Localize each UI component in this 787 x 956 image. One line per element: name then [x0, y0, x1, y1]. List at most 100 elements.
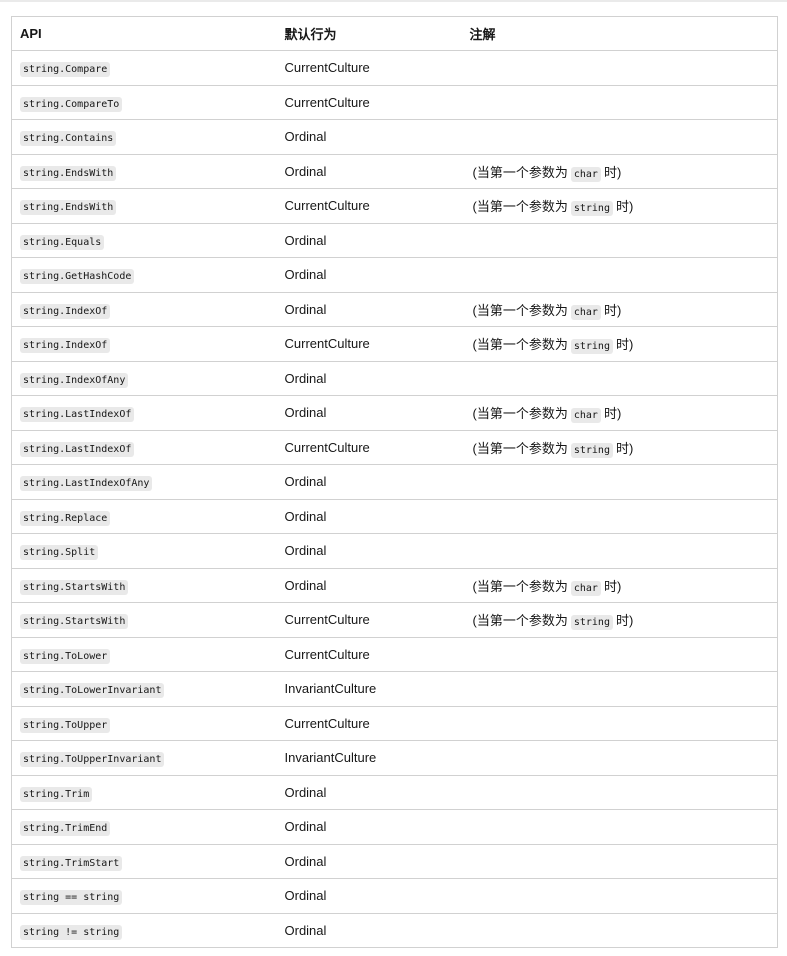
note-suffix: 时)	[615, 440, 634, 456]
api-name-code: string.Equals	[20, 234, 105, 250]
api-cell: string.Contains	[11, 119, 277, 154]
note-cell	[461, 774, 778, 810]
note-cell: (当第一个参数为 char 时)	[461, 567, 778, 603]
table-row: string.StartsWith CurrentCulture (当第一个参数为 s…	[11, 602, 778, 637]
api-cell: string.TrimStart	[11, 843, 277, 879]
api-name-code: string.EndsWith	[20, 165, 117, 181]
api-name-code: string.LastIndexOfAny	[20, 476, 153, 492]
api-behavior-table: API 默认行为 注解 string.Compare CurrentCulture…	[11, 16, 778, 948]
api-name-code: string.Replace	[20, 510, 111, 526]
note-cell	[461, 671, 778, 706]
top-divider	[0, 0, 787, 2]
api-cell: string.Compare	[11, 50, 277, 85]
behavior-cell: InvariantCulture	[276, 740, 462, 775]
api-name-code: string.IndexOf	[20, 303, 111, 319]
note-prefix: (当第一个参数为	[472, 440, 568, 456]
table-row: string.CompareTo CurrentCulture	[11, 84, 778, 120]
note-suffix: 时)	[603, 406, 622, 422]
api-name-code: string.EndsWith	[20, 200, 117, 216]
table-row: string.Contains Ordinal	[11, 119, 778, 154]
api-cell: string.CompareTo	[11, 84, 277, 120]
api-cell: string.IndexOf	[11, 291, 277, 327]
api-name-code: string == string	[20, 890, 123, 906]
table-row: string.ToUpper CurrentCulture	[11, 705, 778, 741]
behavior-cell: Ordinal	[276, 774, 462, 810]
api-cell: string.Replace	[11, 498, 277, 534]
behavior-cell: Ordinal	[276, 119, 462, 154]
note-cell	[461, 50, 778, 85]
note-type-code: char	[570, 580, 601, 596]
note-cell: (当第一个参数为 string 时)	[461, 429, 778, 465]
table-row: string.GetHashCode Ordinal	[11, 257, 778, 292]
note-suffix: 时)	[615, 337, 634, 353]
table-row: string.TrimEnd Ordinal	[11, 809, 778, 844]
table-row: string.IndexOf Ordinal (当第一个参数为 char 时)	[11, 291, 778, 327]
behavior-cell: InvariantCulture	[276, 671, 462, 706]
api-name-code: string.Trim	[20, 786, 93, 802]
api-name-code: string.Compare	[20, 62, 111, 78]
api-cell: string.LastIndexOfAny	[11, 464, 277, 499]
table-row: string.IndexOfAny Ordinal	[11, 360, 778, 396]
behavior-cell: Ordinal	[276, 464, 462, 499]
header-notes: 注解	[461, 16, 778, 51]
note-suffix: 时)	[603, 164, 622, 180]
behavior-cell: Ordinal	[276, 912, 462, 948]
note-prefix: (当第一个参数为	[472, 337, 568, 353]
api-name-code: string.Contains	[20, 131, 117, 147]
table-row: string.TrimStart Ordinal	[11, 843, 778, 879]
table-row: string.StartsWith Ordinal (当第一个参数为 char 时)	[11, 567, 778, 603]
table-row: string.IndexOf CurrentCulture (当第一个参数为 stri…	[11, 326, 778, 361]
api-cell: string.LastIndexOf	[11, 395, 277, 430]
api-cell: string.Trim	[11, 774, 277, 810]
note-cell	[461, 222, 778, 258]
table-row: string.ToLowerInvariant InvariantCulture	[11, 671, 778, 706]
api-name-code: string.TrimEnd	[20, 821, 111, 837]
behavior-cell: Ordinal	[276, 257, 462, 292]
table-row: string.Replace Ordinal	[11, 498, 778, 534]
behavior-cell: Ordinal	[276, 843, 462, 879]
table-row: string.EndsWith Ordinal (当第一个参数为 char 时)	[11, 153, 778, 189]
table-row: string.Trim Ordinal	[11, 774, 778, 810]
behavior-cell: Ordinal	[276, 360, 462, 396]
behavior-cell: Ordinal	[276, 498, 462, 534]
behavior-cell: CurrentCulture	[276, 429, 462, 465]
api-name-code: string.ToUpperInvariant	[20, 752, 165, 768]
table-row: string.LastIndexOf Ordinal (当第一个参数为 char 时)	[11, 395, 778, 430]
behavior-cell: CurrentCulture	[276, 705, 462, 741]
header-api: API	[11, 16, 277, 51]
note-type-code: char	[570, 304, 601, 320]
api-name-code: string.StartsWith	[20, 579, 129, 595]
api-name-code: string.GetHashCode	[20, 269, 135, 285]
behavior-cell: Ordinal	[276, 567, 462, 603]
note-cell: (当第一个参数为 char 时)	[461, 395, 778, 430]
note-cell	[461, 705, 778, 741]
note-type-code: char	[570, 166, 601, 182]
behavior-cell: CurrentCulture	[276, 188, 462, 223]
api-name-code: string.Split	[20, 545, 99, 561]
behavior-cell: Ordinal	[276, 395, 462, 430]
note-type-code: string	[570, 201, 613, 217]
api-name-code: string.CompareTo	[20, 96, 123, 112]
table-row: string.ToLower CurrentCulture	[11, 636, 778, 672]
api-cell: string.EndsWith	[11, 153, 277, 189]
behavior-cell: CurrentCulture	[276, 326, 462, 361]
api-cell: string.StartsWith	[11, 602, 277, 637]
api-name-code: string.IndexOf	[20, 338, 111, 354]
note-type-code: string	[570, 339, 613, 355]
api-cell: string.ToUpper	[11, 705, 277, 741]
table-row: string != string Ordinal	[11, 912, 778, 948]
table-row: string.Equals Ordinal	[11, 222, 778, 258]
note-cell: (当第一个参数为 string 时)	[461, 188, 778, 223]
table-row: string.ToUpperInvariant InvariantCulture	[11, 740, 778, 775]
note-cell	[461, 740, 778, 775]
behavior-cell: CurrentCulture	[276, 84, 462, 120]
note-cell: (当第一个参数为 string 时)	[461, 602, 778, 637]
api-cell: string.Equals	[11, 222, 277, 258]
table-row: string.Split Ordinal	[11, 533, 778, 568]
note-type-code: string	[570, 442, 613, 458]
behavior-cell: CurrentCulture	[276, 602, 462, 637]
api-cell: string.ToLowerInvariant	[11, 671, 277, 706]
note-cell: (当第一个参数为 string 时)	[461, 326, 778, 361]
behavior-cell: CurrentCulture	[276, 50, 462, 85]
note-cell	[461, 464, 778, 499]
